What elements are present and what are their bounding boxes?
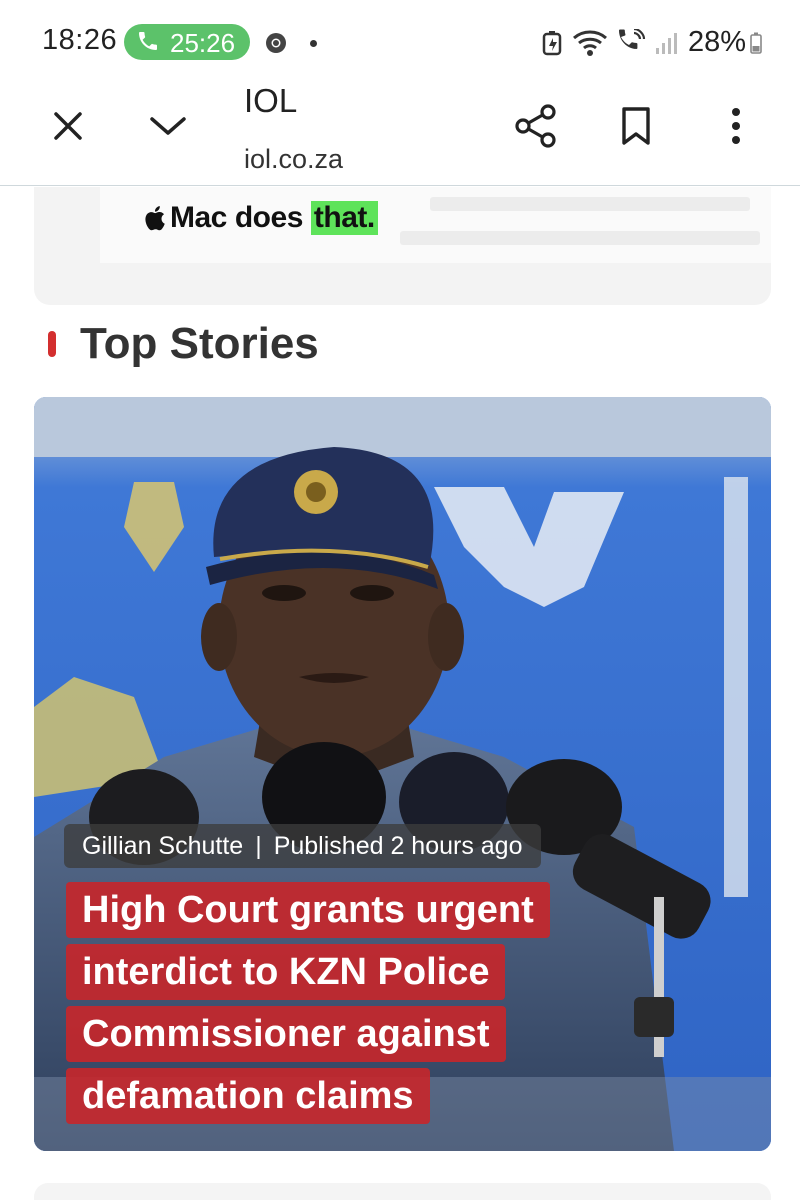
battery-icon <box>750 32 762 54</box>
ad-word: Mac <box>170 201 227 234</box>
wifi-icon <box>572 30 607 56</box>
bookmark-icon <box>622 107 650 145</box>
chrome-icon <box>266 33 286 53</box>
more-vert-icon <box>732 108 740 144</box>
battery-saver-icon <box>542 30 562 55</box>
ad-banner[interactable]: Mac does that. <box>100 187 771 263</box>
minimize-tab-button[interactable] <box>146 104 190 148</box>
headline-line[interactable]: defamation claims <box>66 1068 430 1124</box>
ad-faded-text <box>430 197 750 211</box>
headline-line[interactable]: interdict to KZN Police <box>66 944 506 1000</box>
close-tab-button[interactable] <box>46 104 90 148</box>
advertisement-card[interactable]: Mac does that. <box>34 187 771 305</box>
ad-faded-text <box>400 231 760 245</box>
notification-dot-icon <box>310 40 317 47</box>
signal-icon <box>655 32 677 54</box>
page-content: Mac does that. Top Stories Gillian Schut… <box>0 187 800 1200</box>
system-icons: 28% <box>542 26 746 59</box>
section-header: Top Stories <box>48 319 319 369</box>
bookmark-button[interactable] <box>614 104 658 148</box>
top-story-card[interactable]: Gillian Schutte | Published 2 hours ago … <box>34 397 771 1151</box>
headline-line[interactable]: High Court grants urgent <box>66 882 550 938</box>
share-icon <box>515 104 556 148</box>
headline-line[interactable]: Commissioner against <box>66 1006 506 1062</box>
apple-logo-icon <box>145 206 165 231</box>
ad-highlighted-word: that. <box>310 201 378 235</box>
page-url[interactable]: iol.co.za <box>244 144 343 175</box>
section-accent-bar <box>48 331 56 357</box>
ongoing-call-pill[interactable]: 25:26 <box>124 24 250 60</box>
page-title: IOL <box>244 82 298 119</box>
status-time: 18:26 <box>42 24 118 56</box>
status-bar: 18:26 25:26 28% <box>0 0 800 84</box>
story-published-time: Published 2 hours ago <box>273 831 523 860</box>
call-timer: 25:26 <box>170 28 236 58</box>
share-button[interactable] <box>514 104 558 148</box>
wifi-calling-icon <box>618 28 646 49</box>
next-story-card[interactable] <box>34 1183 771 1200</box>
more-options-button[interactable] <box>714 104 758 148</box>
battery-percent: 28% <box>687 26 746 58</box>
ad-word: does <box>234 201 304 234</box>
section-title: Top Stories <box>80 319 319 368</box>
phone-icon <box>139 32 157 50</box>
story-byline: Gillian Schutte | Published 2 hours ago <box>64 824 541 868</box>
custom-tab-toolbar: IOL iol.co.za <box>0 82 800 186</box>
ad-tagline: Mac does that. <box>144 201 378 235</box>
byline-separator: | <box>255 831 262 860</box>
story-author[interactable]: Gillian Schutte <box>82 832 243 861</box>
story-headline[interactable]: High Court grants urgent interdict to KZ… <box>66 882 626 1130</box>
chevron-down-icon <box>150 117 186 135</box>
close-icon <box>54 112 82 140</box>
